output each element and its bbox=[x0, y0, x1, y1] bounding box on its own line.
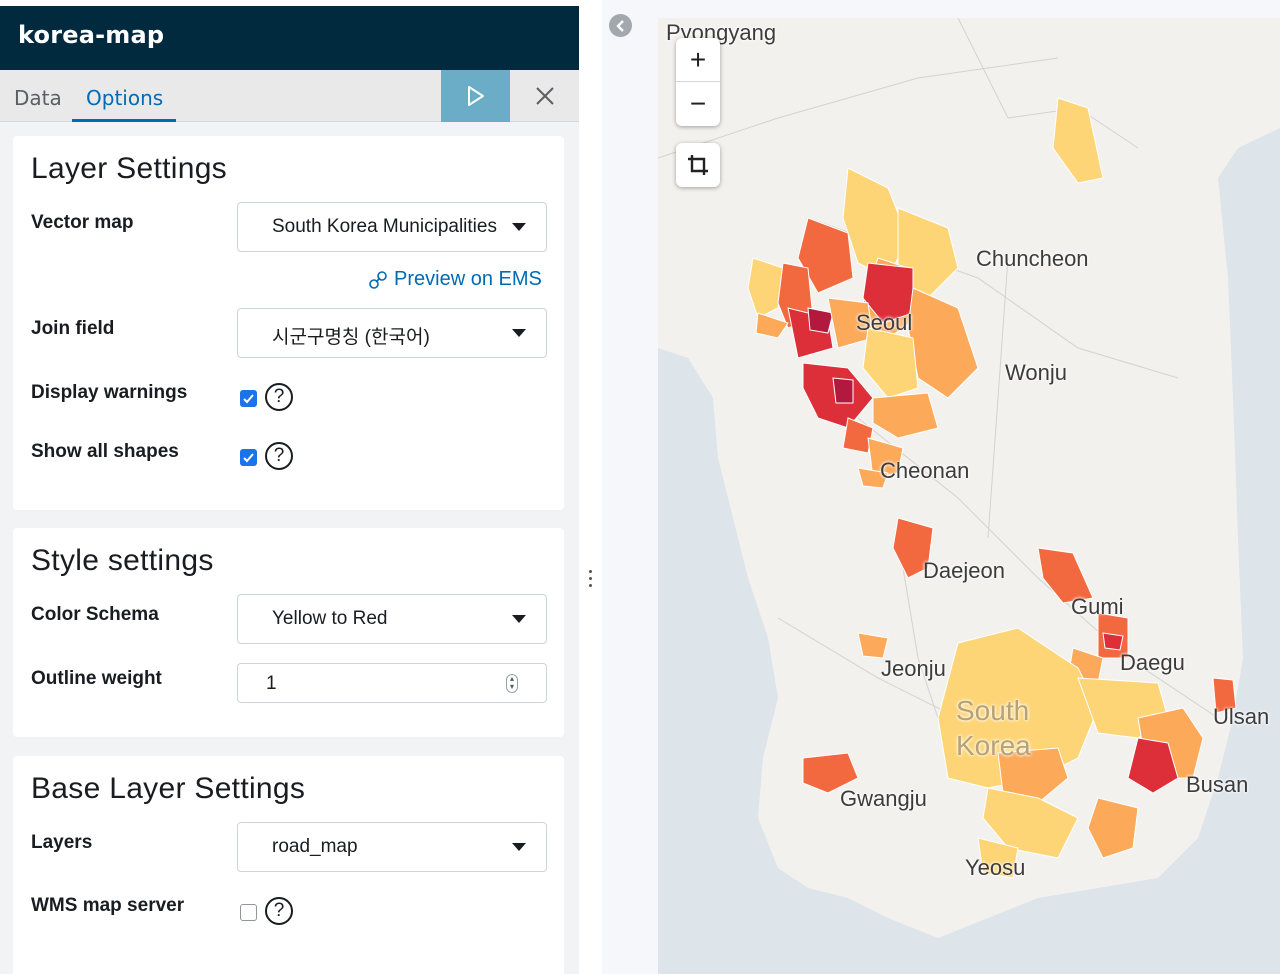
visualization-title: korea-map bbox=[0, 6, 579, 70]
base-layer-settings-title: Base Layer Settings bbox=[31, 772, 306, 805]
app-root: korea-map Data Options Layer Settings Ve… bbox=[0, 0, 1280, 974]
display-warnings-checkbox[interactable] bbox=[240, 390, 257, 407]
editor-tab-bar: Data Options bbox=[0, 70, 579, 122]
city-label-gwangju: Gwangju bbox=[840, 786, 927, 811]
chevron-down-icon bbox=[512, 223, 526, 231]
discard-button[interactable] bbox=[510, 70, 579, 122]
city-label-seoul: Seoul bbox=[856, 310, 913, 335]
zoom-out-button[interactable]: − bbox=[676, 82, 720, 126]
drag-handle-icon[interactable] bbox=[589, 570, 593, 592]
tab-options[interactable]: Options bbox=[72, 70, 176, 122]
color-schema-select[interactable]: Yellow to Red bbox=[237, 594, 547, 644]
zoom-in-button[interactable]: + bbox=[676, 38, 720, 82]
outline-weight-input[interactable]: 1 ▴ ▾ bbox=[237, 663, 547, 703]
vector-map-select[interactable]: South Korea Municipalities bbox=[237, 202, 547, 252]
layers-select[interactable]: road_map bbox=[237, 822, 547, 872]
map-canvas bbox=[658, 18, 1280, 938]
layers-value: road_map bbox=[272, 836, 358, 857]
fit-bounds-button[interactable] bbox=[676, 143, 720, 187]
city-label-wonju: Wonju bbox=[1005, 360, 1067, 385]
city-label-cheonan: Cheonan bbox=[880, 458, 970, 483]
play-icon bbox=[467, 86, 484, 106]
layers-label: Layers bbox=[31, 832, 93, 853]
style-settings-card: Style settings Color Schema Yellow to Re… bbox=[13, 528, 564, 737]
color-schema-value: Yellow to Red bbox=[272, 608, 388, 629]
crop-icon bbox=[688, 155, 708, 175]
layer-settings-card: Layer Settings Vector map South Korea Mu… bbox=[13, 136, 564, 510]
city-label-busan: Busan bbox=[1186, 772, 1249, 797]
city-label-ulsan: Ulsan bbox=[1213, 704, 1270, 729]
link-icon bbox=[369, 270, 387, 289]
collapse-sidebar-button[interactable] bbox=[609, 14, 632, 37]
check-icon bbox=[243, 394, 254, 404]
chevron-down-icon bbox=[512, 843, 526, 851]
display-warnings-label: Display warnings bbox=[31, 382, 188, 403]
style-settings-title: Style settings bbox=[31, 544, 214, 577]
number-spinner-icon[interactable]: ▴ ▾ bbox=[506, 674, 518, 693]
options-panel: Layer Settings Vector map South Korea Mu… bbox=[0, 122, 579, 974]
city-label-daegu: Daegu bbox=[1120, 650, 1185, 675]
layer-settings-title: Layer Settings bbox=[31, 152, 227, 185]
check-icon bbox=[243, 453, 254, 463]
outline-weight-value: 1 bbox=[266, 673, 277, 694]
panel-resizer[interactable] bbox=[580, 0, 602, 974]
wms-map-server-label: WMS map server bbox=[31, 895, 185, 916]
outline-weight-label: Outline weight bbox=[31, 668, 162, 689]
editor-sidebar: korea-map Data Options Layer Settings Ve… bbox=[0, 0, 580, 974]
preview-on-ems-link[interactable]: Preview on EMS bbox=[368, 268, 542, 291]
show-all-shapes-label: Show all shapes bbox=[31, 441, 179, 462]
chevron-down-icon bbox=[512, 615, 526, 623]
help-icon[interactable]: ? bbox=[265, 442, 293, 470]
join-field-select[interactable]: 시군구명칭 (한국어) bbox=[237, 308, 547, 358]
tab-data[interactable]: Data bbox=[14, 70, 62, 122]
zoom-control: + − bbox=[676, 38, 720, 126]
show-all-shapes-checkbox[interactable] bbox=[240, 449, 257, 466]
base-layer-settings-card: Base Layer Settings Layers road_map WMS … bbox=[13, 756, 564, 974]
city-label-chuncheon: Chuncheon bbox=[976, 246, 1089, 271]
city-label-daejeon: Daejeon bbox=[923, 558, 1005, 583]
join-field-label: Join field bbox=[31, 318, 115, 339]
region-label-south: South bbox=[956, 695, 1030, 726]
apply-changes-button[interactable] bbox=[441, 70, 510, 122]
color-schema-label: Color Schema bbox=[31, 604, 159, 625]
close-icon bbox=[535, 87, 554, 105]
region-label-korea: Korea bbox=[956, 730, 1031, 761]
join-field-value: 시군구명칭 (한국어) bbox=[272, 327, 430, 348]
city-label-yeosu: Yeosu bbox=[965, 855, 1026, 880]
preview-link-label: Preview on EMS bbox=[394, 268, 542, 290]
visualization-area: Pyongyang Chuncheon Seoul Wonju Cheonan … bbox=[602, 0, 1280, 974]
vector-map-label: Vector map bbox=[31, 212, 134, 233]
city-label-jeonju: Jeonju bbox=[881, 656, 946, 681]
region-map[interactable]: Pyongyang Chuncheon Seoul Wonju Cheonan … bbox=[658, 18, 1280, 974]
help-icon[interactable]: ? bbox=[265, 383, 293, 411]
vector-map-value: South Korea Municipalities bbox=[272, 216, 497, 237]
wms-map-server-checkbox[interactable] bbox=[240, 904, 257, 921]
chevron-left-icon bbox=[615, 19, 624, 32]
help-icon[interactable]: ? bbox=[265, 897, 293, 925]
city-label-gumi: Gumi bbox=[1071, 594, 1124, 619]
chevron-down-icon bbox=[512, 329, 526, 337]
